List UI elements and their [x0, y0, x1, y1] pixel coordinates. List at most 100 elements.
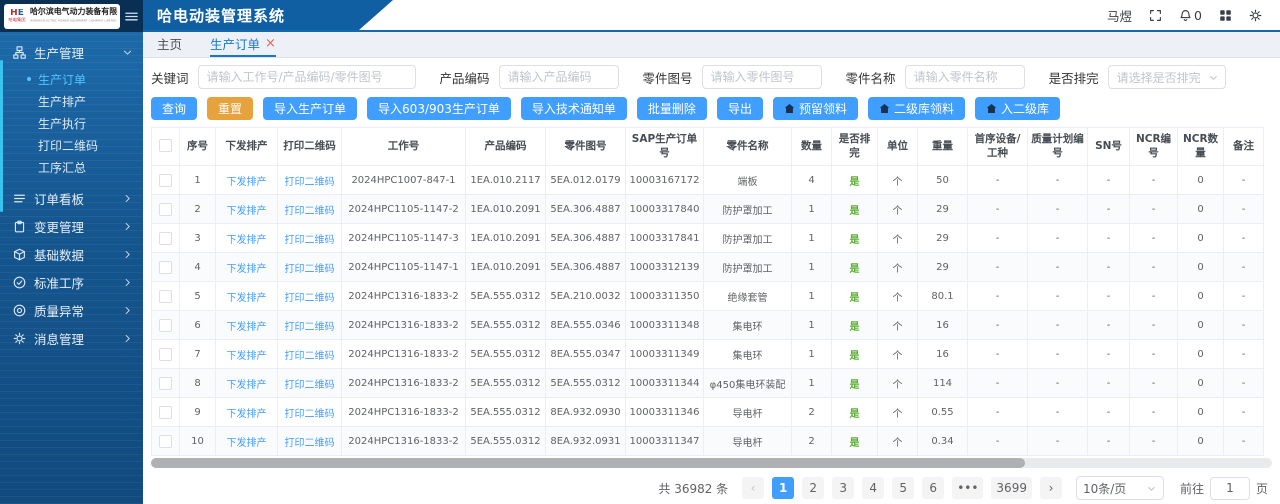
dispatch-link[interactable]: 下发排产 [227, 322, 267, 333]
row-checkbox[interactable] [159, 289, 172, 303]
print-link[interactable]: 打印二维码 [285, 322, 335, 333]
column-header-part_no[interactable]: 零件图号 [545, 127, 626, 166]
sidebar-subitem-production-scheduling[interactable]: 生产排产 [0, 90, 143, 112]
dispatch-link[interactable]: 下发排产 [227, 293, 267, 304]
dispatch-link[interactable]: 下发排产 [227, 409, 267, 420]
query-button[interactable]: 查询 [151, 97, 198, 120]
settings-gear-icon[interactable] [1249, 9, 1262, 22]
dispatch-link[interactable]: 下发排产 [227, 438, 267, 449]
column-header-scheduled[interactable]: 是否排完 [831, 127, 878, 166]
page-button-2[interactable]: 2 [802, 477, 825, 499]
row-checkbox[interactable] [159, 347, 172, 361]
page-button-5[interactable]: 5 [892, 477, 915, 499]
column-header-ncr_qty[interactable]: NCR数量 [1177, 127, 1224, 166]
dispatch-link[interactable]: 下发排产 [227, 351, 267, 362]
column-header-work_no[interactable]: 工作号 [341, 127, 466, 166]
print-link[interactable]: 打印二维码 [285, 206, 335, 217]
sidebar-item-basic-data[interactable]: 基础数据 [0, 240, 143, 268]
column-header-remark[interactable]: 备注 [1223, 127, 1264, 166]
column-header-product_code[interactable]: 产品编码 [465, 127, 546, 166]
print-link[interactable]: 打印二维码 [285, 235, 335, 246]
import-tech-notice-button[interactable]: 导入技术通知单 [520, 97, 627, 120]
row-checkbox[interactable] [159, 173, 172, 187]
column-header-quality_plan[interactable]: 质量计划编号 [1027, 127, 1088, 166]
column-header-sap_no[interactable]: SAP生产订单号 [625, 127, 704, 166]
row-checkbox[interactable] [159, 376, 172, 390]
print-link[interactable]: 打印二维码 [285, 351, 335, 362]
sidebar-item-order-board[interactable]: 订单看板 [0, 184, 143, 212]
sidebar-subitem-print-qrcode[interactable]: 打印二维码 [0, 134, 143, 156]
collapse-sidebar-icon[interactable] [124, 9, 139, 24]
next-page-button[interactable]: › [1039, 477, 1062, 499]
sidebar-item-message-management[interactable]: 消息管理 [0, 324, 143, 352]
part-drawing-no-input[interactable] [701, 65, 822, 89]
column-header-ncr_no[interactable]: NCR编号 [1129, 127, 1178, 166]
tab-home[interactable]: 主页 [157, 32, 182, 57]
column-header-part_name[interactable]: 零件名称 [703, 127, 792, 166]
sidebar-item-production-management[interactable]: 生产管理 [0, 38, 143, 66]
horizontal-scrollbar[interactable] [151, 458, 1272, 468]
sidebar-item-standard-process[interactable]: 标准工序 [0, 268, 143, 296]
tab-production-order[interactable]: 生产订单 × [210, 32, 276, 57]
column-header-weight[interactable]: 重量 [917, 127, 968, 166]
schedule-complete-select[interactable]: 请选择是否排完 [1107, 65, 1226, 89]
into-secondary-store-button[interactable]: 入二级库 [974, 97, 1060, 120]
username[interactable]: 马煜 [1107, 6, 1132, 25]
row-checkbox[interactable] [159, 231, 172, 245]
apps-grid-icon[interactable] [1219, 9, 1232, 22]
product-code-input[interactable] [498, 65, 619, 89]
column-header-dispatch[interactable]: 下发排产 [215, 127, 278, 166]
column-header-unit[interactable]: 单位 [877, 127, 918, 166]
page-button-6[interactable]: 6 [922, 477, 945, 499]
export-button[interactable]: 导出 [716, 97, 763, 120]
page-size-select[interactable]: 10条/页 [1075, 476, 1164, 500]
row-checkbox[interactable] [159, 405, 172, 419]
sidebar-subitem-production-execution[interactable]: 生产执行 [0, 112, 143, 134]
row-checkbox[interactable] [159, 434, 172, 448]
print-link[interactable]: 打印二维码 [285, 264, 335, 275]
secondary-store-pick-button[interactable]: 二级库领料 [867, 97, 965, 120]
column-header-print[interactable]: 打印二维码 [277, 127, 342, 166]
page-button-1[interactable]: 1 [772, 477, 795, 499]
page-button-4[interactable]: 4 [862, 477, 885, 499]
sidebar-item-change-management[interactable]: 变更管理 [0, 212, 143, 240]
row-checkbox[interactable] [159, 260, 172, 274]
column-header-qty[interactable]: 数量 [791, 127, 832, 166]
print-link[interactable]: 打印二维码 [285, 380, 335, 391]
dispatch-link[interactable]: 下发排产 [227, 206, 267, 217]
import-603-903-order-button[interactable]: 导入603/903生产订单 [367, 97, 511, 120]
print-link[interactable]: 打印二维码 [285, 438, 335, 449]
print-link[interactable]: 打印二维码 [285, 409, 335, 420]
dispatch-link[interactable]: 下发排产 [227, 177, 267, 188]
sidebar-subitem-process-summary[interactable]: 工序汇总 [0, 156, 143, 178]
dispatch-link[interactable]: 下发排产 [227, 380, 267, 391]
column-header-first_device[interactable]: 首序设备/工种 [967, 127, 1028, 166]
table-row: 7 下发排产 打印二维码 2024HPC1316-1833-2 5EA.555.0312… [151, 339, 1264, 369]
dispatch-link[interactable]: 下发排产 [227, 235, 267, 246]
fullscreen-icon[interactable] [1149, 9, 1162, 22]
page-button-3[interactable]: 3 [832, 477, 855, 499]
more-pages-button[interactable]: ••• [952, 477, 984, 499]
keyword-input[interactable] [197, 65, 416, 89]
row-checkbox[interactable] [159, 202, 172, 216]
sidebar-subitem-production-order[interactable]: 生产订单 [0, 68, 143, 90]
select-all-checkbox[interactable] [159, 139, 172, 153]
column-header-sn[interactable]: SN号 [1087, 127, 1130, 166]
sidebar-item-quality-exception[interactable]: 质量异常 [0, 296, 143, 324]
batch-delete-button[interactable]: 批量删除 [636, 97, 707, 120]
prev-page-button[interactable]: ‹ [742, 477, 765, 499]
scrollbar-thumb[interactable] [151, 458, 1026, 468]
reserve-material-button[interactable]: 预留领料 [772, 97, 858, 120]
part-name-input[interactable] [904, 65, 1025, 89]
print-link[interactable]: 打印二维码 [285, 293, 335, 304]
print-link[interactable]: 打印二维码 [285, 177, 335, 188]
reset-button[interactable]: 重置 [207, 97, 254, 120]
column-header-no[interactable]: 序号 [179, 127, 216, 166]
goto-page-input[interactable] [1209, 476, 1250, 500]
row-checkbox[interactable] [159, 318, 172, 332]
import-production-order-button[interactable]: 导入生产订单 [263, 97, 358, 120]
page-button-3699[interactable]: 3699 [991, 477, 1032, 499]
close-tab-icon[interactable]: × [265, 37, 276, 50]
dispatch-link[interactable]: 下发排产 [227, 264, 267, 275]
notifications-bell[interactable]: 0 [1179, 8, 1202, 23]
